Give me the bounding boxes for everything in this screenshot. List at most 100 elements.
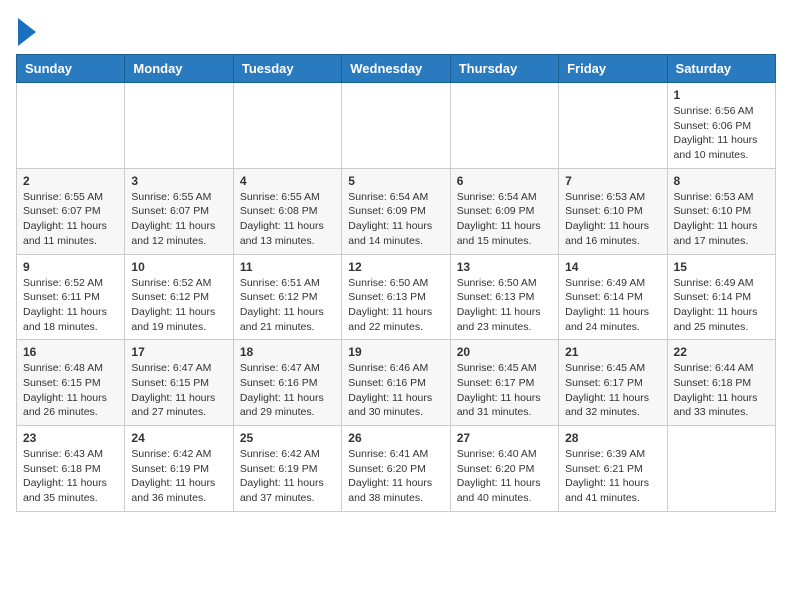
calendar-cell (450, 83, 558, 169)
calendar-cell (125, 83, 233, 169)
calendar-table: SundayMondayTuesdayWednesdayThursdayFrid… (16, 54, 776, 512)
day-number: 2 (23, 174, 118, 188)
calendar-cell (233, 83, 341, 169)
calendar-cell: 4 Sunrise: 6:55 AM Sunset: 6:08 PM Daylig… (233, 168, 341, 254)
day-info: Sunrise: 6:44 AM Sunset: 6:18 PM Dayligh… (674, 361, 769, 420)
day-number: 6 (457, 174, 552, 188)
day-info: Sunrise: 6:40 AM Sunset: 6:20 PM Dayligh… (457, 447, 552, 506)
day-number: 19 (348, 345, 443, 359)
calendar-cell: 26 Sunrise: 6:41 AM Sunset: 6:20 PM Dayli… (342, 426, 450, 512)
day-info: Sunrise: 6:53 AM Sunset: 6:10 PM Dayligh… (674, 190, 769, 249)
weekday-header-thursday: Thursday (450, 55, 558, 83)
calendar-cell: 9 Sunrise: 6:52 AM Sunset: 6:11 PM Daylig… (17, 254, 125, 340)
calendar-cell: 18 Sunrise: 6:47 AM Sunset: 6:16 PM Dayli… (233, 340, 341, 426)
day-number: 11 (240, 260, 335, 274)
calendar-cell: 28Sunrise: 6:39 AM Sunset: 6:21 PM Dayli… (559, 426, 667, 512)
calendar-cell: 13 Sunrise: 6:50 AM Sunset: 6:13 PM Dayli… (450, 254, 558, 340)
day-number: 16 (23, 345, 118, 359)
calendar-cell (667, 426, 775, 512)
calendar-cell: 8 Sunrise: 6:53 AM Sunset: 6:10 PM Daylig… (667, 168, 775, 254)
day-info: Sunrise: 6:42 AM Sunset: 6:19 PM Dayligh… (240, 447, 335, 506)
day-number: 4 (240, 174, 335, 188)
calendar-cell: 17 Sunrise: 6:47 AM Sunset: 6:15 PM Dayli… (125, 340, 233, 426)
day-number: 1 (674, 88, 769, 102)
calendar-cell: 15 Sunrise: 6:49 AM Sunset: 6:14 PM Dayli… (667, 254, 775, 340)
day-number: 22 (674, 345, 769, 359)
calendar-week-row: 2 Sunrise: 6:55 AM Sunset: 6:07 PM Daylig… (17, 168, 776, 254)
day-info: Sunrise: 6:49 AM Sunset: 6:14 PM Dayligh… (674, 276, 769, 335)
day-number: 9 (23, 260, 118, 274)
calendar-cell: 19 Sunrise: 6:46 AM Sunset: 6:16 PM Dayli… (342, 340, 450, 426)
day-number: 3 (131, 174, 226, 188)
calendar-cell (559, 83, 667, 169)
calendar-cell: 1 Sunrise: 6:56 AM Sunset: 6:06 PM Daylig… (667, 83, 775, 169)
day-number: 18 (240, 345, 335, 359)
calendar-cell: 10 Sunrise: 6:52 AM Sunset: 6:12 PM Dayli… (125, 254, 233, 340)
weekday-header-sunday: Sunday (17, 55, 125, 83)
day-info: Sunrise: 6:52 AM Sunset: 6:11 PM Dayligh… (23, 276, 118, 335)
day-number: 20 (457, 345, 552, 359)
day-info: Sunrise: 6:55 AM Sunset: 6:08 PM Dayligh… (240, 190, 335, 249)
calendar-cell: 14 Sunrise: 6:49 AM Sunset: 6:14 PM Dayli… (559, 254, 667, 340)
day-number: 26 (348, 431, 443, 445)
day-number: 8 (674, 174, 769, 188)
day-info: Sunrise: 6:43 AM Sunset: 6:18 PM Dayligh… (23, 447, 118, 506)
day-number: 25 (240, 431, 335, 445)
day-number: 23 (23, 431, 118, 445)
calendar-week-row: 1 Sunrise: 6:56 AM Sunset: 6:06 PM Daylig… (17, 83, 776, 169)
day-info: Sunrise: 6:54 AM Sunset: 6:09 PM Dayligh… (348, 190, 443, 249)
calendar-header-row: SundayMondayTuesdayWednesdayThursdayFrid… (17, 55, 776, 83)
calendar-cell: 22 Sunrise: 6:44 AM Sunset: 6:18 PM Dayli… (667, 340, 775, 426)
weekday-header-saturday: Saturday (667, 55, 775, 83)
calendar-cell: 7 Sunrise: 6:53 AM Sunset: 6:10 PM Daylig… (559, 168, 667, 254)
calendar-cell: 25 Sunrise: 6:42 AM Sunset: 6:19 PM Dayli… (233, 426, 341, 512)
day-info: Sunrise: 6:51 AM Sunset: 6:12 PM Dayligh… (240, 276, 335, 335)
day-info: Sunrise: 6:56 AM Sunset: 6:06 PM Dayligh… (674, 104, 769, 163)
day-info: Sunrise: 6:55 AM Sunset: 6:07 PM Dayligh… (23, 190, 118, 249)
day-number: 17 (131, 345, 226, 359)
calendar-cell (342, 83, 450, 169)
day-info: Sunrise: 6:47 AM Sunset: 6:15 PM Dayligh… (131, 361, 226, 420)
weekday-header-tuesday: Tuesday (233, 55, 341, 83)
day-info: Sunrise: 6:55 AM Sunset: 6:07 PM Dayligh… (131, 190, 226, 249)
calendar-week-row: 9 Sunrise: 6:52 AM Sunset: 6:11 PM Daylig… (17, 254, 776, 340)
day-number: 24 (131, 431, 226, 445)
calendar-cell: 3 Sunrise: 6:55 AM Sunset: 6:07 PM Daylig… (125, 168, 233, 254)
calendar-cell: 20 Sunrise: 6:45 AM Sunset: 6:17 PM Dayli… (450, 340, 558, 426)
day-info: Sunrise: 6:54 AM Sunset: 6:09 PM Dayligh… (457, 190, 552, 249)
calendar-cell: 27 Sunrise: 6:40 AM Sunset: 6:20 PM Dayli… (450, 426, 558, 512)
day-number: 10 (131, 260, 226, 274)
day-info: Sunrise: 6:41 AM Sunset: 6:20 PM Dayligh… (348, 447, 443, 506)
day-number: 5 (348, 174, 443, 188)
weekday-header-monday: Monday (125, 55, 233, 83)
day-number: 21 (565, 345, 660, 359)
calendar-cell: 12Sunrise: 6:50 AM Sunset: 6:13 PM Dayli… (342, 254, 450, 340)
calendar-week-row: 23 Sunrise: 6:43 AM Sunset: 6:18 PM Dayli… (17, 426, 776, 512)
logo (16, 16, 36, 46)
day-number: 14 (565, 260, 660, 274)
day-info: Sunrise: 6:46 AM Sunset: 6:16 PM Dayligh… (348, 361, 443, 420)
weekday-header-friday: Friday (559, 55, 667, 83)
day-info: Sunrise: 6:53 AM Sunset: 6:10 PM Dayligh… (565, 190, 660, 249)
calendar-cell (17, 83, 125, 169)
day-number: 28 (565, 431, 660, 445)
day-number: 15 (674, 260, 769, 274)
day-info: Sunrise: 6:49 AM Sunset: 6:14 PM Dayligh… (565, 276, 660, 335)
day-number: 27 (457, 431, 552, 445)
day-info: Sunrise: 6:47 AM Sunset: 6:16 PM Dayligh… (240, 361, 335, 420)
day-info: Sunrise: 6:50 AM Sunset: 6:13 PM Dayligh… (457, 276, 552, 335)
calendar-cell: 23 Sunrise: 6:43 AM Sunset: 6:18 PM Dayli… (17, 426, 125, 512)
day-number: 7 (565, 174, 660, 188)
logo-arrow-icon (18, 18, 36, 46)
calendar-cell: 2 Sunrise: 6:55 AM Sunset: 6:07 PM Daylig… (17, 168, 125, 254)
day-info: Sunrise: 6:45 AM Sunset: 6:17 PM Dayligh… (457, 361, 552, 420)
day-info: Sunrise: 6:52 AM Sunset: 6:12 PM Dayligh… (131, 276, 226, 335)
calendar-cell: 24Sunrise: 6:42 AM Sunset: 6:19 PM Dayli… (125, 426, 233, 512)
calendar-cell: 21Sunrise: 6:45 AM Sunset: 6:17 PM Dayli… (559, 340, 667, 426)
day-info: Sunrise: 6:50 AM Sunset: 6:13 PM Dayligh… (348, 276, 443, 335)
calendar-body: 1 Sunrise: 6:56 AM Sunset: 6:06 PM Daylig… (17, 83, 776, 512)
calendar-cell: 11 Sunrise: 6:51 AM Sunset: 6:12 PM Dayli… (233, 254, 341, 340)
day-number: 13 (457, 260, 552, 274)
weekday-header-wednesday: Wednesday (342, 55, 450, 83)
calendar-cell: 16Sunrise: 6:48 AM Sunset: 6:15 PM Dayli… (17, 340, 125, 426)
